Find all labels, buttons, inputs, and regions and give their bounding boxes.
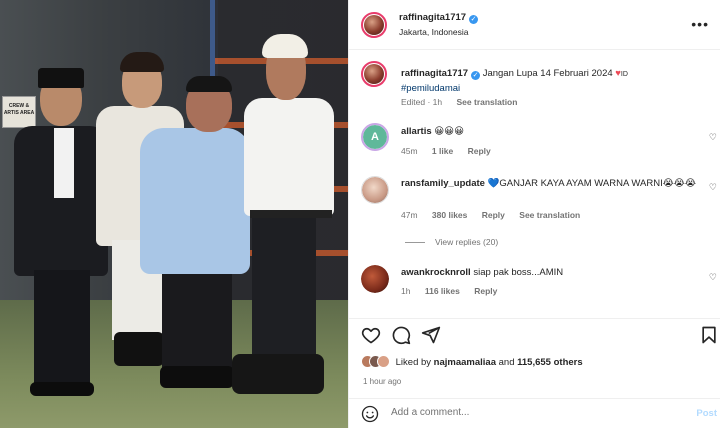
photo-sign: CREW & ARTIS AREA bbox=[2, 96, 36, 128]
heart-icon[interactable] bbox=[361, 325, 381, 345]
emoji-icon[interactable] bbox=[361, 405, 379, 423]
comment-reply[interactable]: Reply bbox=[474, 286, 497, 296]
caption-see-translation[interactable]: See translation bbox=[457, 97, 518, 107]
liker-avatars[interactable] bbox=[361, 355, 390, 368]
comment-see-translation[interactable]: See translation bbox=[519, 210, 580, 220]
comment-icon[interactable] bbox=[391, 325, 411, 345]
comment-meta: 45m 1 like Reply bbox=[401, 146, 503, 156]
share-icon[interactable] bbox=[421, 325, 441, 345]
add-comment-bar: Post bbox=[349, 398, 720, 428]
flag-id: ID bbox=[620, 71, 628, 78]
view-replies[interactable]: View replies (20) bbox=[405, 237, 498, 247]
comment-like-heart-icon[interactable]: ♡ bbox=[709, 182, 717, 193]
comment-item: A allartis 😀😀😀 45m 1 like Reply ♡ bbox=[349, 120, 720, 162]
comment-reply[interactable]: Reply bbox=[468, 146, 491, 156]
comment-text: ransfamily_update 💙GANJAR KAYA AYAM WARN… bbox=[401, 177, 701, 191]
comment-input[interactable] bbox=[391, 407, 671, 418]
post-side-panel: raffinagita1717 ✓ Jakarta, Indonesia ••• … bbox=[348, 0, 720, 428]
more-options-icon[interactable]: ••• bbox=[691, 16, 709, 32]
verified-icon: ✓ bbox=[471, 71, 481, 80]
comment-body: 😀😀😀 bbox=[434, 126, 464, 137]
post-header: raffinagita1717 ✓ Jakarta, Indonesia ••• bbox=[349, 0, 720, 50]
caption: raffinagita1717 ✓ Jangan Lupa 14 Februari… bbox=[349, 55, 720, 115]
author-avatar[interactable] bbox=[361, 12, 387, 38]
comment-time: 45m bbox=[401, 146, 418, 156]
bookmark-icon[interactable] bbox=[699, 325, 719, 345]
comment-body: siap pak boss...AMIN bbox=[473, 267, 564, 278]
post-actions: Liked by najmaamaliaa and 115,655 others… bbox=[349, 318, 720, 398]
post-comment-button[interactable]: Post bbox=[696, 408, 717, 419]
comment-time: 1h bbox=[401, 286, 411, 296]
author-username[interactable]: raffinagita1717 ✓ bbox=[399, 12, 479, 24]
comment-like-heart-icon[interactable]: ♡ bbox=[709, 272, 717, 283]
comment-item: ransfamily_update 💙GANJAR KAYA AYAM WARN… bbox=[349, 172, 720, 232]
comment-reply[interactable]: Reply bbox=[482, 210, 505, 220]
comment-meta: 1h 116 likes Reply bbox=[401, 286, 509, 296]
comment-like-heart-icon[interactable]: ♡ bbox=[709, 132, 717, 143]
caption-avatar[interactable] bbox=[361, 61, 387, 87]
comment-time: 47m bbox=[401, 210, 418, 220]
comment-meta: 47m 380 likes Reply See translation bbox=[401, 210, 592, 220]
commenter-avatar[interactable] bbox=[361, 265, 389, 293]
comment-text: awankrocknroll siap pak boss...AMIN bbox=[401, 266, 701, 280]
comment-likes[interactable]: 380 likes bbox=[432, 210, 467, 220]
post-time-ago[interactable]: 1 hour ago bbox=[363, 377, 401, 386]
likes-count[interactable]: 115,655 others bbox=[517, 357, 583, 368]
caption-text: raffinagita1717 ✓ Jangan Lupa 14 Februari… bbox=[401, 67, 701, 96]
comment-username[interactable]: ransfamily_update bbox=[401, 178, 485, 189]
caption-edited: Edited · 1h bbox=[401, 97, 443, 107]
comment-body: 💙GANJAR KAYA AYAM WARNA WARNI😭😭😭 bbox=[487, 178, 697, 189]
commenter-avatar[interactable] bbox=[361, 176, 389, 204]
comment-item: awankrocknroll siap pak boss...AMIN 1h 1… bbox=[349, 262, 720, 302]
view-replies-label[interactable]: View replies (20) bbox=[435, 237, 498, 247]
likes-and: and bbox=[498, 357, 515, 368]
likes-prefix: Liked by bbox=[395, 357, 432, 368]
caption-username[interactable]: raffinagita1717 bbox=[401, 68, 468, 79]
likes-user[interactable]: najmaamaliaa bbox=[434, 357, 496, 368]
post-photo[interactable]: CREW & ARTIS AREA bbox=[0, 0, 348, 428]
comment-likes[interactable]: 116 likes bbox=[425, 286, 460, 296]
author-username-text[interactable]: raffinagita1717 bbox=[399, 12, 466, 23]
likes-summary: Liked by najmaamaliaa and 115,655 others bbox=[361, 355, 583, 368]
commenter-avatar[interactable]: A bbox=[361, 123, 389, 151]
comment-text: allartis 😀😀😀 bbox=[401, 125, 701, 139]
comment-username[interactable]: allartis bbox=[401, 126, 432, 137]
caption-hashtag[interactable]: #pemiludamai bbox=[401, 83, 460, 94]
post-location[interactable]: Jakarta, Indonesia bbox=[399, 27, 468, 37]
comment-likes[interactable]: 1 like bbox=[432, 146, 453, 156]
verified-icon: ✓ bbox=[469, 15, 479, 24]
replies-divider bbox=[405, 242, 425, 244]
comment-username[interactable]: awankrocknroll bbox=[401, 267, 471, 278]
caption-meta: Edited · 1h See translation bbox=[401, 97, 529, 107]
caption-body: Jangan Lupa 14 Februari 2024 bbox=[482, 68, 613, 79]
